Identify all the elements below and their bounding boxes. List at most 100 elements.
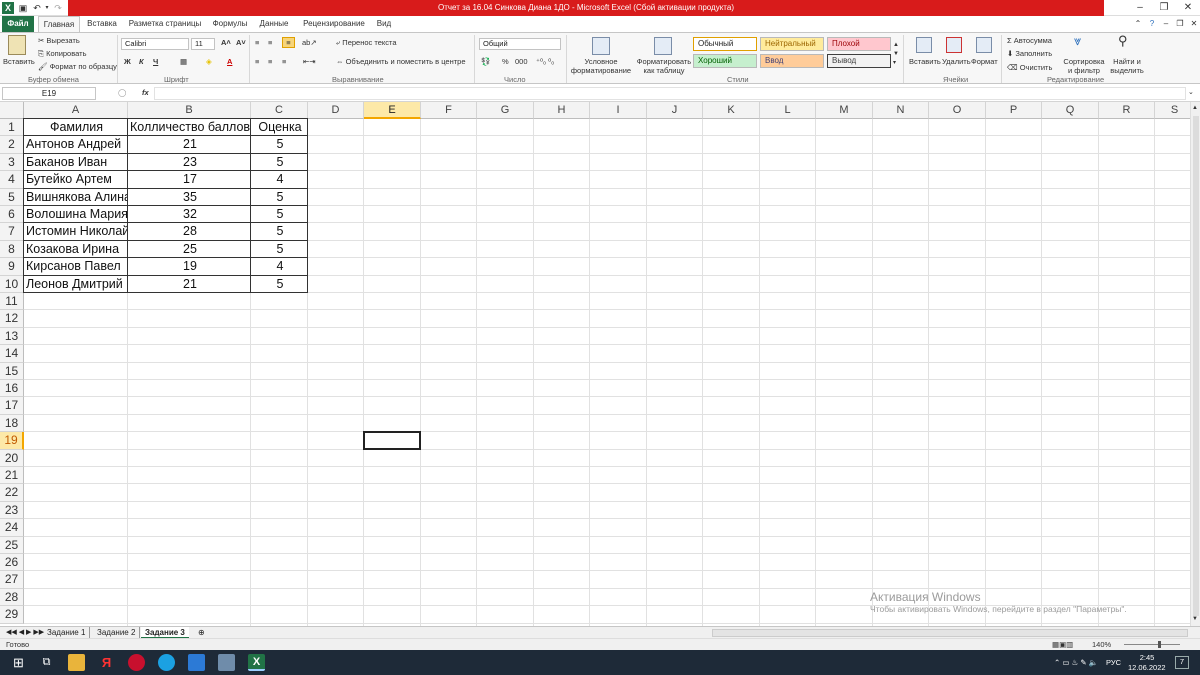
row-header-14[interactable]: 14 [0,345,24,363]
column-header-A[interactable]: A [24,102,128,119]
table-cell[interactable]: 21 [127,135,251,154]
file-explorer-icon[interactable] [68,654,85,671]
copy-button[interactable]: ⎘ Копировать [38,49,86,58]
row-header-5[interactable]: 5 [0,188,24,206]
opera-icon[interactable] [128,654,145,671]
row-header-27[interactable]: 27 [0,571,24,589]
borders-icon[interactable]: ▦ [180,57,187,66]
column-header-B[interactable]: B [128,102,251,119]
bold-button[interactable]: Ж [124,57,131,66]
currency-icon[interactable]: 💱 [481,57,490,66]
align-right-icon[interactable]: ≡ [282,57,286,66]
row-header-8[interactable]: 8 [0,240,24,259]
restore-button[interactable]: ❐ [1152,0,1176,16]
align-center-icon[interactable]: ≡ [268,57,272,66]
row-header-23[interactable]: 23 [0,501,24,520]
align-top-icon[interactable]: ≡ [255,38,259,47]
font-size-select[interactable]: 11 [191,38,215,50]
thousands-button[interactable]: 000 [515,57,528,66]
view-buttons-icon[interactable]: ▦▣▥ [1052,640,1073,649]
row-header-15[interactable]: 15 [0,362,24,380]
align-bottom-icon[interactable]: ≡ [282,37,295,48]
expand-formula-icon[interactable]: ⌄ [1188,88,1194,97]
clock-date[interactable]: 12.06.2022 [1128,663,1166,672]
column-header-R[interactable]: R [1099,102,1155,119]
font-name-select[interactable]: Calibri [121,38,189,50]
help-icon[interactable]: ? [1146,16,1158,32]
row-header-22[interactable]: 22 [0,484,24,502]
table-cell[interactable]: 35 [127,187,251,206]
format-as-table-button[interactable]: Форматировать как таблицу [636,57,692,75]
sort-filter-button[interactable]: Сортировка и фильтр [1062,57,1106,75]
conditional-format-button[interactable]: Условное форматирование [568,57,634,75]
row-header-21[interactable]: 21 [0,467,24,485]
font-color-icon[interactable]: A [227,57,232,66]
row-header-28[interactable]: 28 [0,588,24,607]
find-select-button[interactable]: Найти и выделить [1106,57,1148,75]
table-cell[interactable]: Вишнякова Алина [23,187,128,206]
column-header-I[interactable]: I [590,102,647,119]
function-icon[interactable]: fx [142,88,149,97]
merge-center-button[interactable]: ⇔ Объединить и поместить в центре [336,57,466,66]
insert-cells-icon[interactable] [916,37,932,53]
table-cell[interactable]: 17 [127,170,251,189]
row-header-12[interactable]: 12 [0,310,24,328]
task-view-icon[interactable]: ⧉ [38,654,55,671]
format-painter-button[interactable]: 🖌 Формат по образцу [38,62,117,71]
column-header-E[interactable]: E [364,102,421,119]
table-cell[interactable]: Козакова Ирина [23,239,128,259]
column-header-Q[interactable]: Q [1042,102,1099,119]
undo-dropdown-icon[interactable]: ▾ [43,2,51,14]
horizontal-scrollbar[interactable] [712,629,1188,637]
fill-color-icon[interactable]: ◈ [206,57,212,66]
wrap-text-button[interactable]: ⤶ Перенос текста [336,38,397,47]
table-cell[interactable]: 28 [127,222,251,241]
row-header-18[interactable]: 18 [0,414,24,433]
tab-page-layout[interactable]: Разметка страницы [126,16,204,32]
edge-icon[interactable] [158,654,175,671]
column-header-G[interactable]: G [477,102,534,119]
table-cell[interactable]: Волошина Мария [23,205,128,224]
table-cell[interactable]: 4 [250,170,308,189]
zoom-slider[interactable] [1124,644,1180,645]
row-header-17[interactable]: 17 [0,397,24,415]
orientation-icon[interactable]: ab↗ [302,38,317,47]
style-normal[interactable]: Обычный [693,37,757,51]
table-cell[interactable]: 19 [127,257,251,276]
name-box[interactable]: E19 [2,87,96,100]
table-header-cell[interactable]: Колличество баллов [127,118,251,137]
table-cell[interactable]: 32 [127,205,251,224]
row-header-24[interactable]: 24 [0,519,24,537]
language-indicator[interactable]: РУС [1106,658,1121,667]
column-header-K[interactable]: K [703,102,760,119]
table-cell[interactable]: 5 [250,205,308,224]
decimal-icon[interactable]: ⁺⁰₀ ⁰₀ [536,57,554,66]
tab-review[interactable]: Рецензирование [298,16,370,32]
tab-formulas[interactable]: Формулы [208,16,252,32]
row-header-19[interactable]: 19 [0,432,24,450]
indent-icon[interactable]: ⇤⇥ [303,57,316,66]
italic-button[interactable]: К [139,57,144,66]
row-header-10[interactable]: 10 [0,275,24,293]
column-header-L[interactable]: L [760,102,816,119]
column-header-F[interactable]: F [421,102,477,119]
row-header-9[interactable]: 9 [0,258,24,276]
table-cell[interactable]: 25 [127,239,251,259]
undo-icon[interactable]: ↶ [31,2,43,14]
table-cell[interactable]: Истомин Николай [23,222,128,241]
row-header-4[interactable]: 4 [0,171,24,189]
row-header-3[interactable]: 3 [0,153,24,172]
tab-file[interactable]: Файл [2,16,34,32]
active-cell[interactable] [363,431,421,450]
styles-scroll-icon[interactable]: ▲ ▼ ▾ [893,41,899,68]
table-cell[interactable]: Баканов Иван [23,152,128,172]
table-cell[interactable]: 5 [250,274,308,293]
windows-start-icon[interactable]: ⊞ [10,654,27,671]
table-cell[interactable]: 5 [250,135,308,154]
column-header-C[interactable]: C [251,102,308,119]
style-neutral[interactable]: Нейтральный [760,37,824,51]
increase-font-icon[interactable]: A˄ [221,38,231,47]
format-as-table-icon[interactable] [654,37,672,55]
column-header-O[interactable]: O [929,102,986,119]
column-header-J[interactable]: J [647,102,703,119]
